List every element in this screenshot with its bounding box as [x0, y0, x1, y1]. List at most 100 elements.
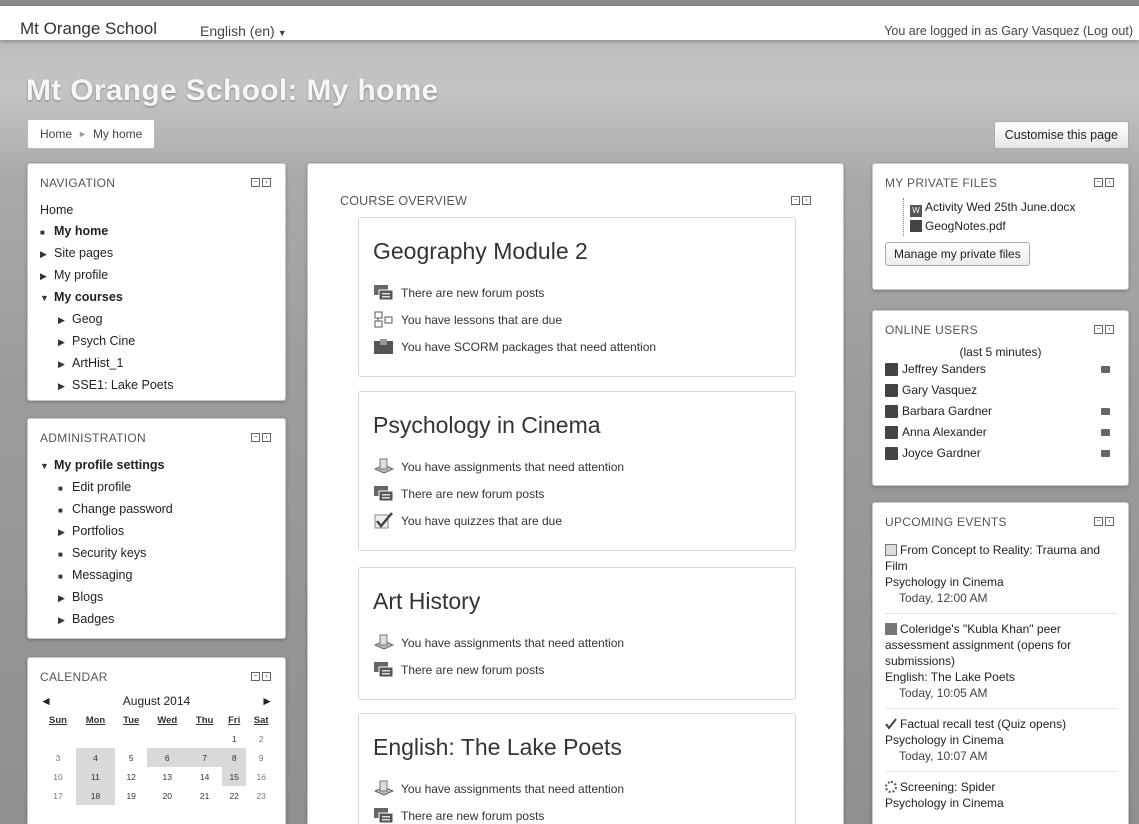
calendar-month[interactable]: August 2014 — [123, 694, 190, 708]
nav-course-psych-cine[interactable]: ▶ Psych Cine — [40, 331, 273, 353]
calendar-day-event[interactable]: 18 — [75, 786, 115, 805]
calendar-day[interactable]: 9 — [246, 748, 276, 767]
course-notice[interactable]: There are new forum posts — [373, 480, 795, 507]
course-notice[interactable]: There are new forum posts — [373, 656, 795, 683]
logout-link[interactable]: (Log out) — [1083, 24, 1133, 38]
calendar-day[interactable]: 14 — [187, 767, 222, 786]
collapse-icon[interactable]: − — [251, 672, 260, 681]
calendar-day[interactable]: 23 — [246, 786, 276, 805]
nav-home[interactable]: Home — [40, 200, 273, 221]
course-notice[interactable]: You have SCORM packages that need attent… — [373, 333, 795, 360]
course-title-link[interactable]: Geography Module 2 — [359, 218, 795, 265]
admin-item-messaging[interactable]: ■ Messaging — [40, 565, 273, 587]
course-notice[interactable]: You have assignments that need attention — [373, 453, 795, 480]
course-notice[interactable]: There are new forum posts — [373, 279, 795, 306]
course-title-link[interactable]: English: The Lake Poets — [359, 714, 795, 761]
breadcrumb-current[interactable]: My home — [93, 127, 142, 141]
nav-label: ArtHist_1 — [72, 356, 124, 370]
nav-item-my-courses[interactable]: ▼ My courses — [40, 287, 273, 309]
message-icon[interactable] — [1101, 408, 1110, 415]
event-course-link[interactable]: Psychology in Cinema — [885, 796, 1004, 810]
course-notice[interactable]: You have assignments that need attention — [373, 775, 795, 802]
calendar-day-event[interactable]: 8 — [222, 748, 247, 767]
event-name-link[interactable]: Coleridge's "Kubla Khan" peer assessment… — [885, 622, 1071, 668]
calendar-prev-arrow-icon[interactable]: ◄ — [40, 694, 52, 708]
admin-profile-settings[interactable]: ▼ My profile settings — [40, 455, 273, 477]
weekday-header: Thu — [195, 715, 214, 726]
course-notice[interactable]: There are new forum posts — [373, 802, 795, 824]
user-name-link[interactable]: Gary Vasquez — [902, 380, 1116, 401]
breadcrumb-home[interactable]: Home — [40, 127, 72, 141]
collapse-icon[interactable]: − — [1094, 325, 1103, 334]
message-icon[interactable] — [1101, 429, 1110, 436]
course-notice[interactable]: You have lessons that are due — [373, 306, 795, 333]
admin-item-badges[interactable]: ▶ Badges — [40, 609, 273, 631]
dock-icon[interactable]: ‹ — [262, 433, 271, 442]
manage-private-files-button[interactable]: Manage my private files — [885, 242, 1030, 266]
site-brand-link[interactable]: Mt Orange School — [20, 19, 157, 39]
event-course-link[interactable]: Psychology in Cinema — [885, 575, 1004, 589]
admin-item-security-keys[interactable]: ■ Security keys — [40, 543, 273, 565]
calendar-day[interactable]: 19 — [115, 786, 147, 805]
calendar-day[interactable]: 21 — [187, 786, 222, 805]
user-name-link[interactable]: Joyce Gardner — [902, 443, 1101, 464]
admin-item-blogs[interactable]: ▶ Blogs — [40, 587, 273, 609]
event-name-link[interactable]: Screening: Spider — [900, 780, 995, 794]
event-course-link[interactable]: Psychology in Cinema — [885, 733, 1004, 747]
user-name-link[interactable]: Barbara Gardner — [902, 401, 1101, 422]
calendar-day[interactable]: 2 — [246, 729, 276, 748]
nav-item-my-home[interactable]: ■ My home — [40, 221, 273, 243]
calendar-next-arrow-icon[interactable]: ► — [261, 694, 273, 708]
language-menu[interactable]: English (en) ▼ — [200, 23, 287, 39]
nav-course-geog[interactable]: ▶ Geog — [40, 309, 273, 331]
collapse-icon[interactable]: − — [251, 433, 260, 442]
file-item[interactable]: GeogNotes.pdf — [910, 217, 1116, 236]
message-icon[interactable] — [1101, 366, 1110, 373]
course-notice[interactable]: You have assignments that need attention — [373, 629, 795, 656]
course-title-link[interactable]: Psychology in Cinema — [359, 392, 795, 439]
collapse-icon[interactable]: − — [1094, 178, 1103, 187]
user-name-link[interactable]: Jeffrey Sanders — [902, 359, 1101, 380]
event-name-link[interactable]: Factual recall test (Quiz opens) — [900, 717, 1066, 731]
calendar-day-event[interactable]: 7 — [187, 748, 223, 767]
user-name-link[interactable]: Anna Alexander — [902, 422, 1101, 443]
nav-course-arthist[interactable]: ▶ ArtHist_1 — [40, 353, 273, 375]
calendar-day[interactable]: 22 — [222, 786, 246, 805]
collapse-icon[interactable]: − — [251, 178, 260, 187]
file-item[interactable]: W Activity Wed 25th June.docx — [910, 198, 1116, 217]
admin-item-edit-profile[interactable]: ■ Edit profile — [40, 477, 273, 499]
calendar-day[interactable]: 5 — [115, 748, 147, 767]
calendar-day-event[interactable]: 11 — [75, 767, 115, 786]
nav-item-site-pages[interactable]: ▶ Site pages — [40, 243, 273, 265]
course-notice[interactable]: You have quizzes that are due — [373, 507, 795, 534]
customise-page-button[interactable]: Customise this page — [993, 121, 1129, 149]
message-icon[interactable] — [1101, 450, 1110, 457]
dock-icon[interactable]: ‹ — [1105, 517, 1114, 526]
event-course-link[interactable]: English: The Lake Poets — [885, 670, 1015, 684]
calendar-day[interactable]: 17 — [40, 786, 76, 805]
admin-item-portfolios[interactable]: ▶ Portfolios — [40, 521, 273, 543]
course-title-link[interactable]: Art History — [359, 568, 795, 615]
collapse-icon[interactable]: − — [791, 196, 800, 205]
admin-item-change-password[interactable]: ■ Change password — [40, 499, 273, 521]
calendar-day[interactable]: 1 — [222, 729, 246, 748]
dock-icon[interactable]: ‹ — [262, 672, 271, 681]
dock-icon[interactable]: ‹ — [262, 178, 271, 187]
nav-course-lake-poets[interactable]: ▶ SSE1: Lake Poets — [40, 375, 273, 397]
calendar-day-event[interactable]: 6 — [147, 748, 188, 767]
calendar-day-event[interactable]: 4 — [75, 748, 115, 767]
collapse-icon[interactable]: − — [1094, 517, 1103, 526]
event-name-link[interactable]: From Concept to Reality: Trauma and Film — [885, 543, 1100, 573]
course-overview-block: COURSE OVERVIEW − ‹ Geography Module 2 Th… — [307, 163, 844, 824]
dock-icon[interactable]: ‹ — [1105, 325, 1114, 334]
nav-item-my-profile[interactable]: ▶ My profile — [40, 265, 273, 287]
calendar-day[interactable]: 13 — [147, 767, 187, 786]
calendar-day[interactable]: 20 — [147, 786, 187, 805]
calendar-day[interactable]: 16 — [246, 767, 276, 786]
dock-icon[interactable]: ‹ — [802, 196, 811, 205]
calendar-day[interactable]: 10 — [40, 767, 76, 786]
dock-icon[interactable]: ‹ — [1105, 178, 1114, 187]
calendar-day-event[interactable]: 15 — [222, 767, 247, 786]
calendar-day[interactable]: 3 — [40, 748, 76, 767]
calendar-day[interactable]: 12 — [115, 767, 147, 786]
